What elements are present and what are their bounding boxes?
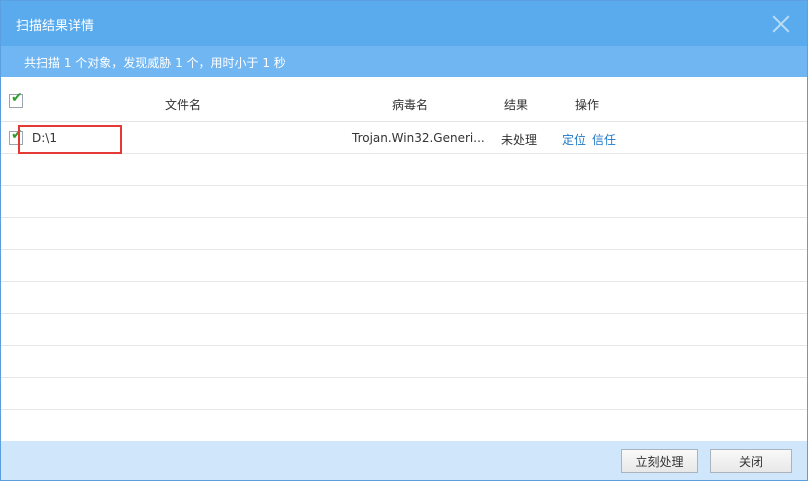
table-row	[1, 154, 807, 186]
result-table: ✔ D:\1 Trojan.Win32.Generi... 未处理 定位 信任	[1, 122, 807, 442]
column-result: 结果	[504, 98, 529, 112]
row-result: 未处理	[501, 133, 538, 147]
select-all-checkbox[interactable]: ✔	[9, 90, 23, 108]
title-bar[interactable]: 扫描结果详情	[1, 1, 807, 46]
row-virus-name: Trojan.Win32.Generi...	[352, 131, 485, 145]
scan-summary-bar: 共扫描 1 个对象，发现威胁 1 个，用时小于 1 秒	[1, 46, 807, 77]
scan-summary-text: 共扫描 1 个对象，发现威胁 1 个，用时小于 1 秒	[24, 56, 286, 70]
locate-link[interactable]: 定位	[562, 131, 586, 148]
dialog-title: 扫描结果详情	[16, 19, 95, 34]
highlight-box	[18, 125, 122, 154]
table-row	[1, 410, 807, 442]
table-row	[1, 250, 807, 282]
column-virus-name: 病毒名	[392, 98, 429, 112]
table-row	[1, 378, 807, 410]
table-header: ✔ 文件名 病毒名 结果 操作	[1, 77, 807, 122]
process-now-button[interactable]: 立刻处理	[621, 449, 698, 473]
table-row	[1, 218, 807, 250]
close-icon[interactable]	[771, 14, 791, 34]
trust-link[interactable]: 信任	[592, 131, 616, 148]
column-filename: 文件名	[165, 98, 202, 112]
scan-result-dialog: 扫描结果详情 共扫描 1 个对象，发现威胁 1 个，用时小于 1 秒 ✔ 文件名…	[0, 0, 808, 481]
dialog-footer: 立刻处理 关闭	[1, 441, 807, 480]
checkmark-icon: ✔	[11, 90, 23, 106]
table-row	[1, 346, 807, 378]
close-button[interactable]: 关闭	[710, 449, 792, 473]
table-row	[1, 186, 807, 218]
table-row	[1, 314, 807, 346]
table-row	[1, 282, 807, 314]
column-action: 操作	[575, 98, 600, 112]
